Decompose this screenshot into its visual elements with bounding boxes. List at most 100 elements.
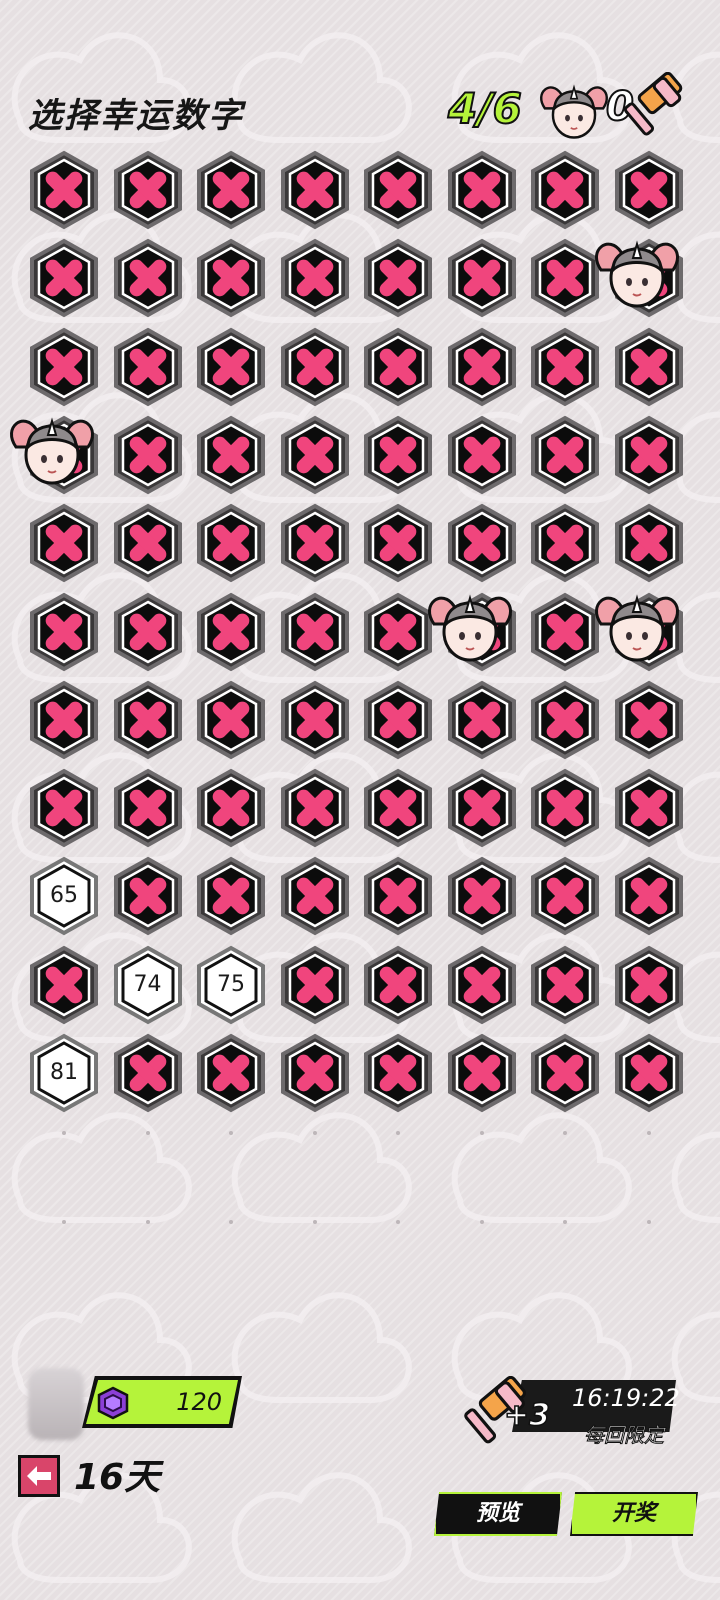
crossed-tile[interactable] <box>108 856 188 936</box>
crossed-tile[interactable] <box>442 150 522 230</box>
crossed-tile[interactable] <box>525 768 605 848</box>
crossed-tile[interactable] <box>191 1033 271 1113</box>
crossed-tile[interactable] <box>442 327 522 407</box>
crossed-tile[interactable] <box>525 150 605 230</box>
crossed-tile[interactable] <box>358 415 438 495</box>
number-tile[interactable]: 65 <box>24 856 104 936</box>
elephant-icon <box>6 407 98 491</box>
crossed-tile[interactable] <box>609 945 689 1025</box>
crossed-tile[interactable] <box>609 327 689 407</box>
crossed-tile[interactable] <box>609 768 689 848</box>
crossed-tile[interactable] <box>358 768 438 848</box>
crossed-tile[interactable] <box>24 592 104 672</box>
number-tile[interactable]: 81 <box>24 1033 104 1113</box>
crossed-tile[interactable] <box>191 768 271 848</box>
crossed-tile[interactable] <box>442 680 522 760</box>
crossed-tile[interactable] <box>275 680 355 760</box>
elephant-icon <box>591 230 683 314</box>
crossed-tile[interactable] <box>191 503 271 583</box>
crossed-tile[interactable] <box>108 680 188 760</box>
crossed-tile[interactable] <box>358 945 438 1025</box>
crossed-tile[interactable] <box>442 768 522 848</box>
crossed-tile[interactable] <box>525 1033 605 1113</box>
empty-slot-dot <box>646 1219 651 1224</box>
crossed-tile[interactable] <box>108 592 188 672</box>
crossed-tile[interactable] <box>275 503 355 583</box>
crossed-tile[interactable] <box>191 327 271 407</box>
crossed-tile[interactable] <box>525 856 605 936</box>
crossed-tile[interactable] <box>442 238 522 318</box>
crossed-tile[interactable] <box>24 327 104 407</box>
crossed-tile[interactable] <box>108 768 188 848</box>
crossed-tile[interactable] <box>442 503 522 583</box>
crossed-tile[interactable] <box>442 945 522 1025</box>
cross-icon <box>197 857 265 936</box>
crossed-tile[interactable] <box>275 945 355 1025</box>
cross-icon <box>614 150 683 230</box>
crossed-tile[interactable] <box>358 1033 438 1113</box>
crossed-tile[interactable] <box>609 150 689 230</box>
crossed-tile[interactable] <box>609 1033 689 1113</box>
crossed-tile[interactable] <box>525 415 605 495</box>
crossed-tile[interactable] <box>358 503 438 583</box>
crossed-tile[interactable] <box>108 238 188 318</box>
crossed-tile[interactable] <box>358 238 438 318</box>
crossed-tile[interactable] <box>24 238 104 318</box>
crossed-tile[interactable] <box>358 856 438 936</box>
number-tile[interactable]: 74 <box>108 945 188 1025</box>
empty-slot-dot <box>229 1131 233 1136</box>
crossed-tile[interactable] <box>275 327 355 407</box>
cross-icon <box>364 680 432 760</box>
empty-slot-dot <box>646 1131 651 1136</box>
currency-value: 120 <box>176 1388 222 1416</box>
crossed-tile[interactable] <box>358 327 438 407</box>
back-button[interactable] <box>18 1455 60 1497</box>
crossed-tile[interactable] <box>108 150 188 230</box>
crossed-tile[interactable] <box>525 945 605 1025</box>
crossed-tile[interactable] <box>275 592 355 672</box>
crossed-tile[interactable] <box>525 327 605 407</box>
crossed-tile[interactable] <box>275 1033 355 1113</box>
cross-icon <box>364 327 432 406</box>
crossed-tile[interactable] <box>24 503 104 583</box>
crossed-tile[interactable] <box>191 856 271 936</box>
crossed-tile[interactable] <box>24 768 104 848</box>
crossed-tile[interactable] <box>442 856 522 936</box>
crossed-tile[interactable] <box>191 680 271 760</box>
cross-icon <box>614 1033 683 1113</box>
number-tile[interactable]: 75 <box>191 945 271 1025</box>
crossed-tile[interactable] <box>191 238 271 318</box>
crossed-tile[interactable] <box>191 415 271 495</box>
crossed-tile[interactable] <box>525 680 605 760</box>
crossed-tile[interactable] <box>275 238 355 318</box>
crossed-tile[interactable] <box>275 415 355 495</box>
cross-icon <box>197 592 265 671</box>
crossed-tile[interactable] <box>609 415 689 495</box>
crossed-tile[interactable] <box>609 503 689 583</box>
draw-button[interactable]: 开奖 <box>570 1492 698 1536</box>
crossed-tile[interactable] <box>609 856 689 936</box>
crossed-tile[interactable] <box>191 592 271 672</box>
crossed-tile[interactable] <box>358 150 438 230</box>
crossed-tile[interactable] <box>24 150 104 230</box>
crossed-tile[interactable] <box>191 150 271 230</box>
crossed-tile[interactable] <box>442 1033 522 1113</box>
cross-icon <box>113 150 182 230</box>
crossed-tile[interactable] <box>358 680 438 760</box>
crossed-tile[interactable] <box>275 768 355 848</box>
crossed-tile[interactable] <box>108 415 188 495</box>
crossed-tile[interactable] <box>525 503 605 583</box>
crossed-tile[interactable] <box>275 150 355 230</box>
preview-button[interactable]: 预览 <box>434 1492 562 1536</box>
avatar[interactable] <box>28 1368 84 1440</box>
crossed-tile[interactable] <box>24 680 104 760</box>
crossed-tile[interactable] <box>275 856 355 936</box>
crossed-tile[interactable] <box>108 327 188 407</box>
crossed-tile[interactable] <box>442 415 522 495</box>
empty-slot-dot <box>312 1131 317 1136</box>
crossed-tile[interactable] <box>609 680 689 760</box>
crossed-tile[interactable] <box>108 1033 188 1113</box>
crossed-tile[interactable] <box>108 503 188 583</box>
empty-slot-dot <box>62 1131 66 1136</box>
crossed-tile[interactable] <box>24 945 104 1025</box>
